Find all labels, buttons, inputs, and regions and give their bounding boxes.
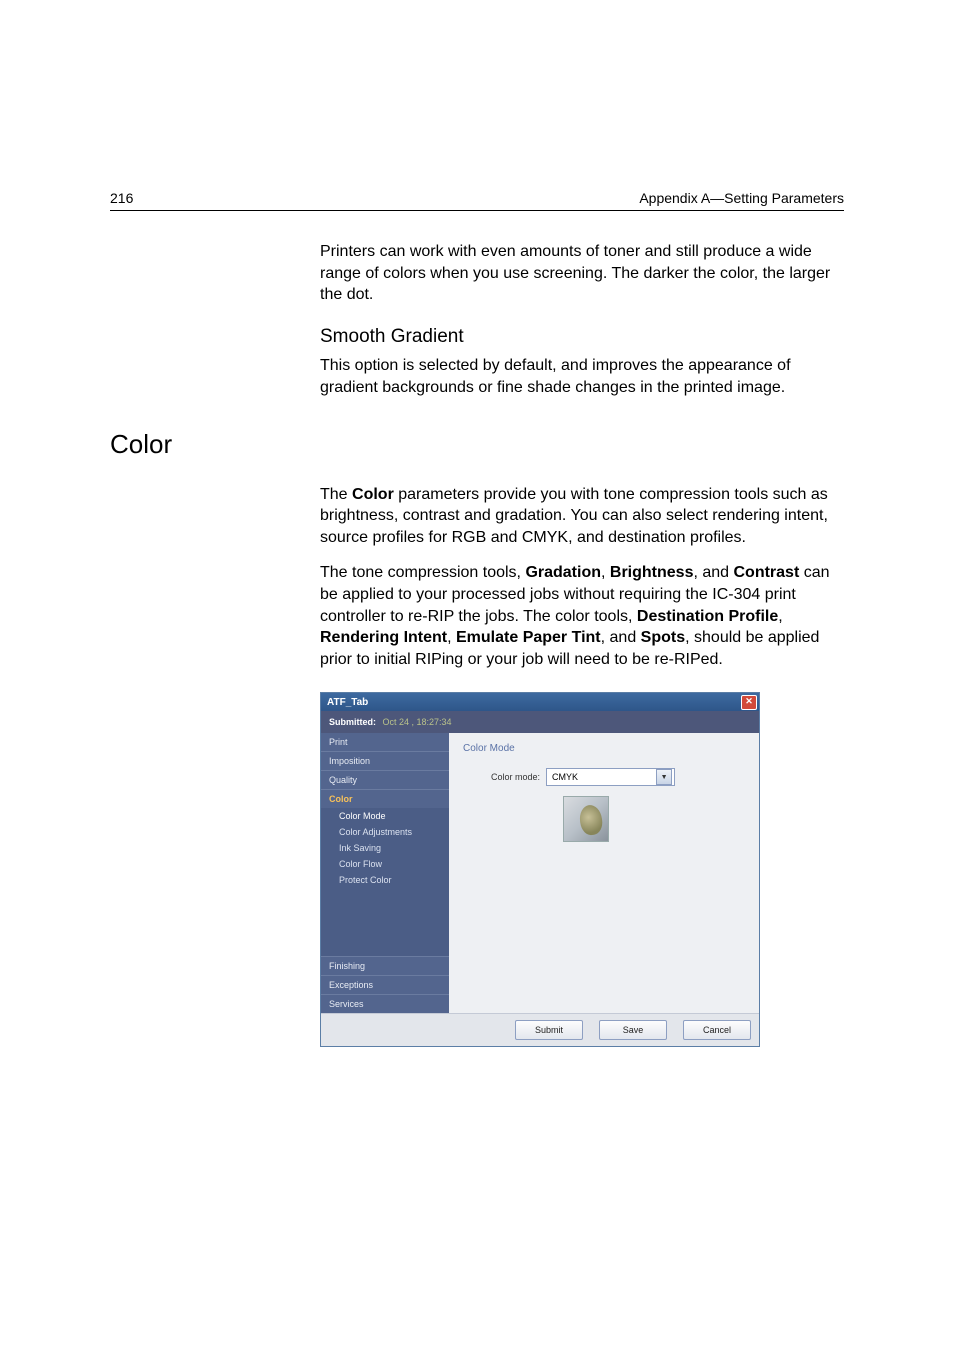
submitted-bar: Submitted: Oct 24 , 18:27:34 [321,711,759,733]
sidebar-sub-color-adjustments[interactable]: Color Adjustments [321,824,449,840]
bold-spots: Spots [641,629,685,646]
sidebar-item-print[interactable]: Print [321,733,449,751]
sidebar-sub-protect-color[interactable]: Protect Color [321,872,449,888]
text: The tone compression tools, [320,564,525,581]
text: , [778,608,782,625]
save-button[interactable]: Save [599,1020,667,1040]
appendix-label: Appendix A—Setting Parameters [639,190,844,206]
bold-color: Color [352,486,394,503]
text: , and [693,564,733,581]
color-mode-select[interactable]: CMYK ▼ [546,768,675,786]
color-mode-label: Color mode: [491,772,540,782]
chevron-down-icon[interactable]: ▼ [656,769,672,785]
bold-brightness: Brightness [610,564,694,581]
dialog-title: ATF_Tab [327,697,368,708]
sidebar-sub-color-flow[interactable]: Color Flow [321,856,449,872]
sidebar-item-services[interactable]: Services [321,994,449,1013]
sidebar-item-color[interactable]: Color [321,789,449,808]
sidebar-item-imposition[interactable]: Imposition [321,751,449,770]
text: , [447,629,456,646]
bold-destination-profile: Destination Profile [637,608,778,625]
smooth-gradient-paragraph: This option is selected by default, and … [320,355,844,398]
bold-contrast: Contrast [734,564,800,581]
text: The [320,486,352,503]
dialog-sidebar: Print Imposition Quality Color Color Mod… [321,733,449,1013]
sidebar-sub-color-mode[interactable]: Color Mode [321,808,449,824]
sidebar-sub-ink-saving[interactable]: Ink Saving [321,840,449,856]
text: , and [601,629,641,646]
bold-gradation: Gradation [525,564,601,581]
smooth-gradient-heading: Smooth Gradient [320,324,844,350]
sidebar-item-finishing[interactable]: Finishing [321,956,449,975]
cancel-button[interactable]: Cancel [683,1020,751,1040]
preview-thumbnail [563,796,609,842]
submit-button[interactable]: Submit [515,1020,583,1040]
submitted-label: Submitted: [329,717,376,727]
intro-paragraph: Printers can work with even amounts of t… [320,241,844,306]
bold-rendering-intent: Rendering Intent [320,629,447,646]
panel-title: Color Mode [463,743,745,754]
color-mode-value: CMYK [552,772,578,782]
color-paragraph-1: The Color parameters provide you with to… [320,484,844,549]
page-number: 216 [110,190,133,206]
dialog-titlebar[interactable]: ATF_Tab ✕ [321,693,759,711]
submitted-value: Oct 24 , 18:27:34 [383,717,452,727]
dialog-footer: Submit Save Cancel [321,1013,759,1046]
close-icon[interactable]: ✕ [741,695,757,710]
dialog-panel: Color Mode Color mode: CMYK ▼ [449,733,759,1013]
job-parameters-dialog: ATF_Tab ✕ Submitted: Oct 24 , 18:27:34 P… [320,692,760,1047]
sidebar-item-quality[interactable]: Quality [321,770,449,789]
sidebar-item-exceptions[interactable]: Exceptions [321,975,449,994]
bold-emulate-paper-tint: Emulate Paper Tint [456,629,601,646]
text: , [601,564,610,581]
color-section-heading: Color [110,429,844,460]
text: parameters provide you with tone compres… [320,486,828,546]
color-paragraph-2: The tone compression tools, Gradation, B… [320,562,844,670]
